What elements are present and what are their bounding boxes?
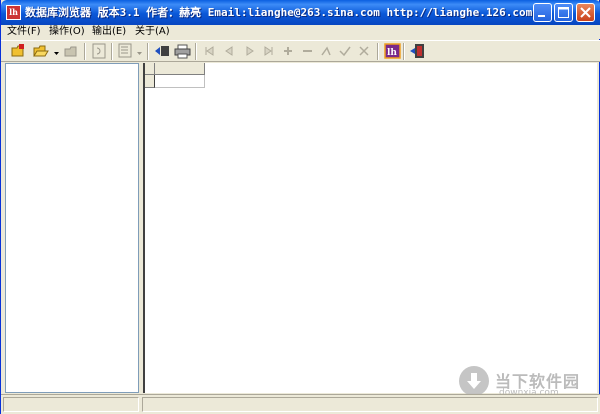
post-record-icon[interactable] bbox=[337, 43, 354, 59]
refresh-icon[interactable] bbox=[91, 43, 108, 59]
next-record-icon[interactable] bbox=[241, 43, 258, 59]
close-icon bbox=[580, 7, 591, 18]
toolbar: lh bbox=[1, 40, 600, 62]
menu-output[interactable]: 输出(E) bbox=[92, 25, 126, 39]
dropdown-arrow-icon[interactable] bbox=[53, 43, 61, 59]
title-bar[interactable]: lh 数据库浏览器 版本3.1 作者：赫亮 Email:lianghe@263.… bbox=[1, 0, 600, 25]
grid-corner-cell[interactable] bbox=[145, 63, 155, 75]
maximize-button[interactable] bbox=[554, 3, 573, 22]
minimize-icon bbox=[538, 15, 545, 17]
cancel-record-icon[interactable] bbox=[356, 43, 373, 59]
exit-icon[interactable] bbox=[409, 43, 426, 59]
menu-operate[interactable]: 操作(O) bbox=[49, 25, 85, 39]
about-logo-icon[interactable]: lh bbox=[384, 43, 401, 59]
toolbar-separator bbox=[147, 43, 149, 60]
status-panel-right bbox=[142, 397, 598, 412]
app-window: lh 数据库浏览器 版本3.1 作者：赫亮 Email:lianghe@263.… bbox=[0, 0, 600, 414]
minimize-button[interactable] bbox=[533, 3, 552, 22]
grid-cell[interactable] bbox=[155, 75, 205, 88]
table-list-pane[interactable] bbox=[5, 63, 139, 393]
menu-file[interactable]: 文件(F) bbox=[7, 25, 41, 39]
toolbar-separator bbox=[403, 43, 405, 60]
maximize-icon bbox=[558, 7, 569, 18]
toolbar-separator bbox=[377, 43, 379, 60]
sql-icon[interactable] bbox=[117, 43, 134, 59]
toolbar-separator bbox=[195, 43, 197, 60]
print-icon[interactable] bbox=[174, 43, 191, 59]
grid-column-header[interactable] bbox=[155, 63, 205, 75]
close-button[interactable] bbox=[576, 3, 595, 22]
menu-about[interactable]: 关于(A) bbox=[135, 25, 170, 39]
save-icon[interactable] bbox=[64, 43, 81, 59]
status-panel-left bbox=[3, 397, 139, 412]
window-title: 数据库浏览器 版本3.1 作者：赫亮 Email:lianghe@263.sin… bbox=[25, 6, 533, 19]
status-bar bbox=[1, 394, 600, 414]
sql-dropdown-arrow-icon[interactable] bbox=[136, 43, 144, 59]
delete-record-icon[interactable] bbox=[299, 43, 316, 59]
menu-bar: 文件(F) 操作(O) 输出(E) 关于(A) bbox=[1, 25, 600, 39]
data-grid[interactable] bbox=[143, 63, 597, 393]
export-icon[interactable] bbox=[154, 43, 171, 59]
insert-record-icon[interactable] bbox=[280, 43, 297, 59]
open-dropdown-icon[interactable] bbox=[33, 43, 50, 59]
app-icon[interactable]: lh bbox=[6, 5, 21, 20]
svg-text:lh: lh bbox=[387, 48, 397, 58]
toolbar-separator bbox=[111, 43, 113, 60]
grid-row-indicator[interactable] bbox=[145, 75, 155, 88]
first-record-icon[interactable] bbox=[201, 43, 218, 59]
prior-record-icon[interactable] bbox=[221, 43, 238, 59]
toolbar-separator bbox=[84, 43, 86, 60]
download-arrow-icon bbox=[459, 366, 489, 396]
open-folder-icon[interactable] bbox=[11, 43, 28, 59]
edit-record-icon[interactable] bbox=[318, 43, 335, 59]
last-record-icon[interactable] bbox=[260, 43, 277, 59]
